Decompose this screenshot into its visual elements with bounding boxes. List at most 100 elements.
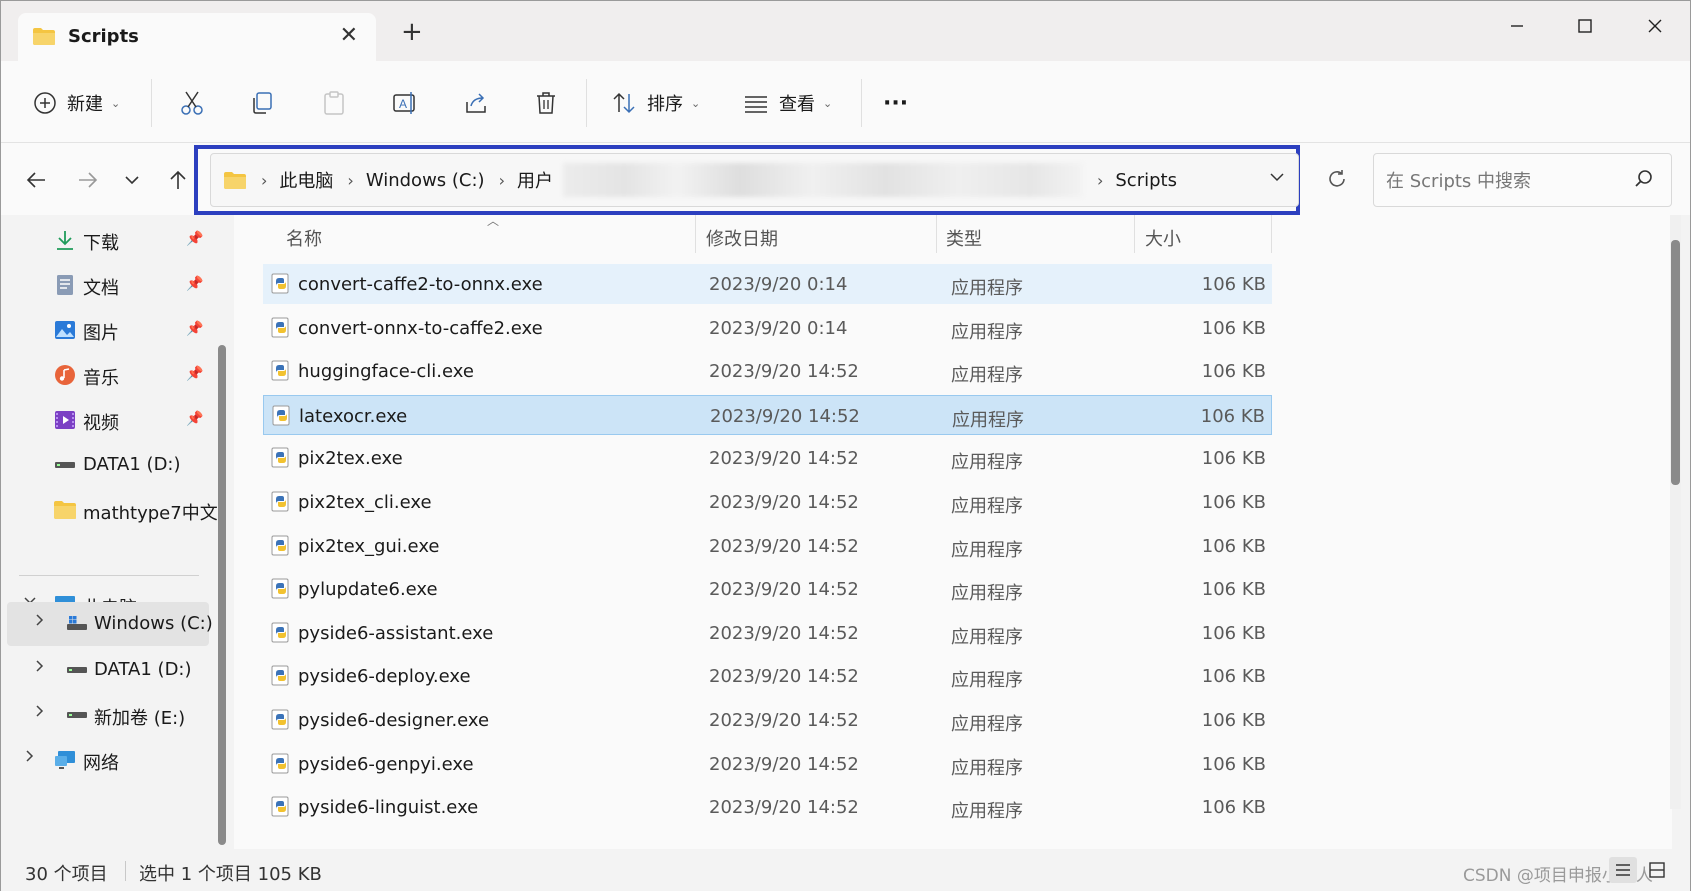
sidebar-item-videos[interactable]: 视频 📌 — [1, 398, 211, 442]
sidebar-item-documents[interactable]: 文档 📌 — [1, 263, 211, 307]
table-row[interactable]: convert-onnx-to-caffe2.exe 2023/9/20 0:14… — [263, 308, 1272, 348]
modified-date: 2023/9/20 14:52 — [709, 622, 859, 644]
sort-button[interactable]: 排序 ⌄ — [611, 86, 700, 120]
file-size: 106 KB — [1201, 317, 1266, 339]
chevron-right-icon[interactable] — [33, 658, 47, 677]
table-row[interactable]: pyside6-deploy.exe 2023/9/20 14:52 应用程序 106… — [263, 656, 1272, 696]
large-icons-view-icon[interactable] — [1643, 857, 1671, 883]
column-header-type[interactable]: 类型 — [946, 225, 982, 251]
address-bar[interactable]: › 此电脑 › Windows (C:) › 用户 › Scripts — [210, 153, 1299, 207]
file-list-scrollbar[interactable] — [1670, 215, 1681, 809]
tab-scripts[interactable]: Scripts ✕ — [18, 13, 376, 61]
sidebar-item-label: 网络 — [83, 753, 119, 774]
sidebar-item-mathtype[interactable]: mathtype7中文 — [1, 488, 218, 532]
chevron-right-icon: › — [1096, 170, 1104, 190]
copy-button[interactable] — [249, 86, 275, 120]
sidebar-item-downloads[interactable]: 下载 📌 — [1, 218, 211, 262]
new-tab-icon[interactable]: + — [401, 19, 423, 45]
close-window-icon[interactable] — [1635, 13, 1675, 39]
close-tab-icon[interactable]: ✕ — [340, 23, 358, 48]
back-icon[interactable] — [21, 165, 51, 195]
share-button[interactable] — [463, 86, 489, 120]
breadcrumb-users[interactable]: 用户 — [517, 167, 553, 193]
pictures-icon — [55, 321, 75, 339]
file-name: pyside6-genpyi.exe — [298, 753, 474, 775]
sidebar-item-pictures[interactable]: 图片 📌 — [1, 308, 211, 352]
tab-title: Scripts — [68, 26, 139, 47]
pin-icon[interactable]: 📌 — [186, 366, 203, 382]
modified-date: 2023/9/20 14:52 — [709, 710, 859, 731]
minimize-icon[interactable] — [1497, 13, 1537, 39]
chevron-right-icon[interactable] — [23, 748, 37, 767]
breadcrumb-scripts[interactable]: Scripts — [1115, 170, 1177, 191]
table-row[interactable]: latexocr.exe 2023/9/20 14:52 应用程序 106 KB — [263, 394, 1272, 435]
pin-icon[interactable]: 📌 — [186, 276, 203, 292]
drive-icon — [67, 667, 87, 673]
sidebar-item-data1[interactable]: DATA1 (D:) — [1, 443, 211, 487]
sidebar-scrollbar[interactable] — [218, 345, 226, 845]
view-button[interactable]: 查看 ⌄ — [743, 86, 832, 120]
table-row[interactable]: huggingface-cli.exe 2023/9/20 14:52 应用程序 10… — [263, 351, 1272, 391]
address-history-chevron-icon[interactable] — [1268, 168, 1286, 190]
sidebar-item-windows-c[interactable]: Windows (C:) — [7, 602, 213, 646]
file-size: 106 KB — [1201, 535, 1266, 557]
drive-icon — [55, 462, 75, 468]
sidebar-item-label: DATA1 (D:) — [83, 454, 181, 475]
table-row[interactable]: pix2tex_cli.exe 2023/9/20 14:52 应用程序 106 KB — [263, 482, 1272, 522]
file-name: latexocr.exe — [299, 405, 408, 427]
column-header-name[interactable]: 名称 — [286, 225, 322, 251]
breadcrumb-windows-c[interactable]: Windows (C:) — [366, 170, 485, 191]
table-row[interactable]: pyside6-assistant.exe 2023/9/20 14:52 应用程序… — [263, 613, 1272, 653]
new-label: 新建 — [67, 94, 103, 115]
file-type: 应用程序 — [951, 626, 1023, 648]
chevron-right-icon[interactable] — [33, 703, 47, 722]
chevron-right-icon[interactable] — [33, 612, 47, 631]
delete-button[interactable] — [533, 86, 559, 120]
details-view-icon[interactable] — [1609, 857, 1637, 883]
paste-button[interactable] — [321, 86, 347, 120]
pin-icon[interactable]: 📌 — [186, 231, 203, 247]
column-divider[interactable] — [695, 215, 696, 253]
new-button[interactable]: 新建 ⌄ — [33, 86, 120, 120]
column-divider[interactable] — [936, 215, 937, 253]
sidebar-item-music[interactable]: 音乐 📌 — [1, 353, 211, 397]
rename-button[interactable]: A — [392, 86, 418, 120]
cut-button[interactable] — [179, 86, 205, 120]
forward-icon[interactable] — [73, 165, 103, 195]
table-row[interactable]: pyside6-linguist.exe 2023/9/20 14:52 应用程序 1… — [263, 787, 1272, 827]
table-row[interactable]: pylupdate6.exe 2023/9/20 14:52 应用程序 106 KB — [263, 569, 1272, 609]
table-row[interactable]: pyside6-designer.exe 2023/9/20 14:52 应用程序 1… — [263, 700, 1272, 740]
search-input[interactable]: 在 Scripts 中搜索 — [1373, 153, 1672, 207]
maximize-icon[interactable] — [1565, 13, 1605, 39]
sidebar-divider — [19, 575, 199, 576]
sidebar-item-new-volume-e[interactable]: 新加卷 (E:) — [1, 693, 211, 737]
refresh-icon[interactable] — [1321, 163, 1353, 195]
table-row[interactable]: pyside6-genpyi.exe 2023/9/20 14:52 应用程序 106… — [263, 744, 1272, 784]
rename-icon: A — [393, 92, 415, 114]
sidebar-item-network[interactable]: 网络 — [1, 738, 211, 782]
more-options-button[interactable]: ··· — [883, 86, 908, 120]
recent-locations-icon[interactable] — [117, 165, 147, 195]
file-type: 应用程序 — [951, 539, 1023, 561]
file-type: 应用程序 — [951, 714, 1023, 735]
file-name: pyside6-designer.exe — [298, 710, 490, 731]
column-header-date[interactable]: 修改日期 — [706, 225, 778, 251]
file-list: 名称 ︿ 修改日期 类型 大小 convert-caffe2-to-onnx.e… — [234, 215, 1672, 849]
column-divider[interactable] — [1271, 215, 1272, 253]
table-row[interactable]: convert-caffe2-to-onnx.exe 2023/9/20 0:14… — [263, 264, 1272, 304]
up-icon[interactable] — [163, 165, 193, 195]
view-label: 查看 — [779, 94, 815, 115]
column-header-size[interactable]: 大小 — [1145, 225, 1181, 251]
table-row[interactable]: pix2tex.exe 2023/9/20 14:52 应用程序 106 KB — [263, 438, 1272, 478]
toolbar-divider — [586, 79, 587, 127]
folder-icon — [33, 28, 55, 45]
sidebar-item-data1-d[interactable]: DATA1 (D:) — [1, 648, 211, 692]
file-size: 106 KB — [1201, 666, 1266, 688]
column-divider[interactable] — [1134, 215, 1135, 253]
table-row[interactable]: pix2tex_gui.exe 2023/9/20 14:52 应用程序 106 KB — [263, 526, 1272, 566]
pin-icon[interactable]: 📌 — [186, 321, 203, 337]
pin-icon[interactable]: 📌 — [186, 411, 203, 427]
breadcrumb-this-pc[interactable]: 此电脑 — [279, 167, 333, 193]
modified-date: 2023/9/20 14:52 — [710, 405, 860, 427]
scrollbar-thumb[interactable] — [1671, 240, 1680, 485]
